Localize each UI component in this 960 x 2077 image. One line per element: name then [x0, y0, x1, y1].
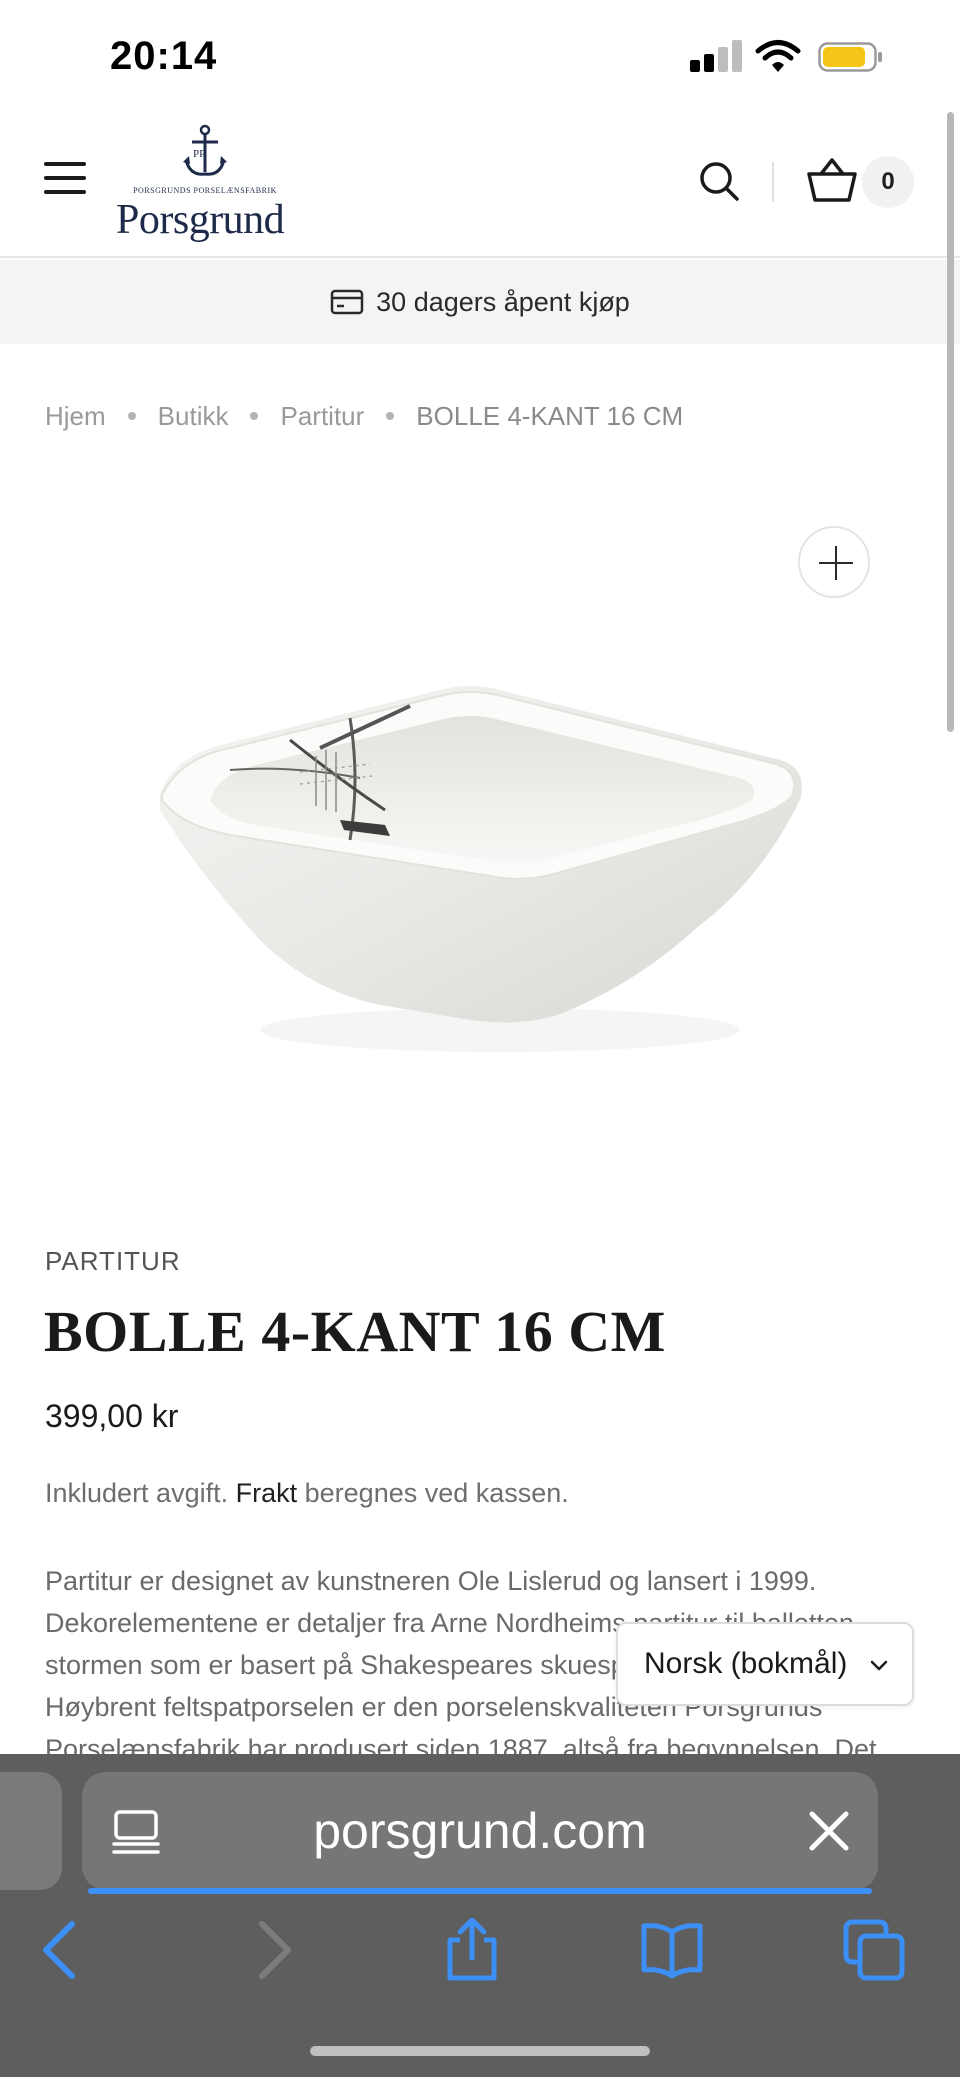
- breadcrumb-shop[interactable]: Butikk: [158, 401, 229, 432]
- zoom-plus-button[interactable]: [798, 526, 870, 598]
- cart-count-badge[interactable]: 0: [862, 156, 914, 208]
- status-time: 20:14: [110, 34, 218, 78]
- anchor-icon: PP: [183, 124, 227, 176]
- close-icon[interactable]: [808, 1810, 850, 1852]
- breadcrumb-collection[interactable]: Partitur: [280, 401, 364, 432]
- cart-basket-icon[interactable]: [806, 156, 858, 204]
- product-collection: PARTITUR: [45, 1246, 181, 1276]
- tax-note-text: Inkludert avgift.: [45, 1478, 229, 1508]
- product-title: BOLLE 4-KANT 16 CM: [44, 1299, 666, 1364]
- home-indicator: [310, 2046, 650, 2056]
- svg-text:PP: PP: [193, 148, 205, 160]
- url-text: porsgrund.com: [313, 1803, 647, 1859]
- wifi-icon: [755, 40, 801, 72]
- shipping-link[interactable]: Frakt: [236, 1478, 298, 1508]
- tax-shipping-note: Inkludert avgift. Frakt beregnes ved kas…: [45, 1478, 569, 1509]
- porsgrund-logo[interactable]: PP PORSGRUNDS PORSELÆNSFABRIK Porsgrund: [112, 122, 322, 250]
- browser-chrome: porsgrund.com: [0, 1754, 960, 2077]
- header-divider: [772, 162, 774, 202]
- language-selector[interactable]: Norsk (bokmål): [616, 1622, 914, 1706]
- cellular-signal-icon: [690, 40, 742, 72]
- chevron-down-icon: [870, 1660, 888, 1671]
- product-image[interactable]: [140, 660, 820, 1080]
- back-icon[interactable]: [30, 1918, 94, 1982]
- breadcrumb-home[interactable]: Hjem: [45, 401, 106, 432]
- tax-note-suffix: beregnes ved kassen.: [304, 1478, 569, 1508]
- language-selected: Norsk (bokmål): [644, 1647, 848, 1680]
- tabs-icon[interactable]: [842, 1918, 906, 1982]
- address-bar[interactable]: porsgrund.com: [82, 1772, 878, 1894]
- search-icon[interactable]: [698, 160, 740, 202]
- page-load-progress: [88, 1888, 872, 1894]
- status-bar: 20:14: [0, 0, 960, 110]
- breadcrumb-separator: [127, 412, 136, 420]
- forward-icon[interactable]: [240, 1918, 304, 1982]
- breadcrumb-separator: [250, 412, 259, 420]
- battery-icon: [818, 42, 882, 72]
- menu-button[interactable]: [44, 160, 88, 196]
- breadcrumb: Hjem Butikk Partitur BOLLE 4-KANT 16 CM: [45, 398, 683, 434]
- hamburger-icon: [44, 162, 86, 166]
- page-scrollbar[interactable]: [947, 112, 954, 732]
- credit-card-icon: [330, 289, 364, 315]
- logo-tagline: PORSGRUNDS PORSELÆNSFABRIK: [133, 186, 277, 195]
- promo-text: 30 dagers åpent kjøp: [376, 286, 630, 317]
- breadcrumb-separator: [386, 412, 395, 420]
- logo-name: Porsgrund: [116, 197, 285, 243]
- share-icon[interactable]: [440, 1918, 504, 1982]
- promo-bar: 30 dagers åpent kjøp: [0, 260, 960, 344]
- site-header: PP PORSGRUNDS PORSELÆNSFABRIK Porsgrund …: [0, 110, 960, 258]
- previous-tab-peek[interactable]: [0, 1772, 62, 1890]
- breadcrumb-current: BOLLE 4-KANT 16 CM: [416, 400, 684, 431]
- bookmarks-icon[interactable]: [640, 1918, 704, 1982]
- product-price: 399,00 kr: [45, 1398, 179, 1434]
